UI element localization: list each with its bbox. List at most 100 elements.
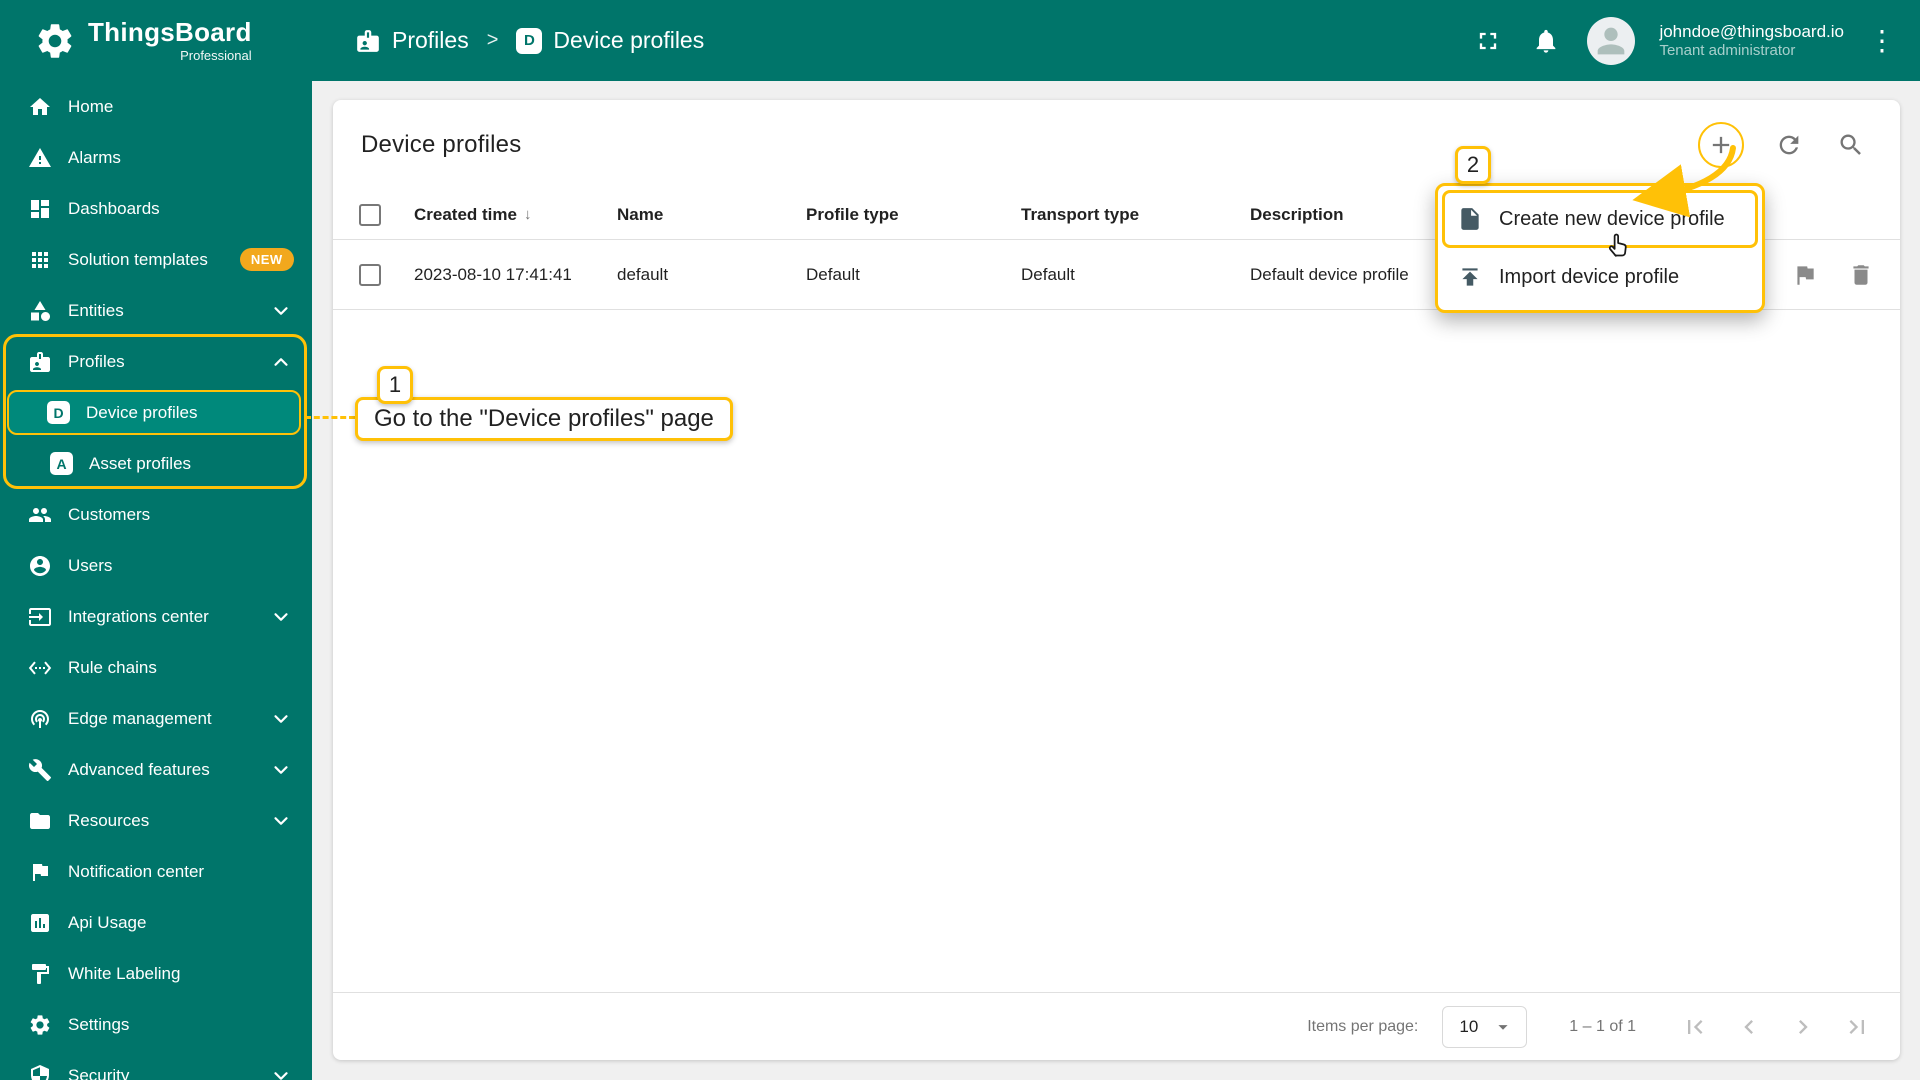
person-circle-icon xyxy=(28,554,52,578)
column-header-created-time[interactable]: Created time ↓ xyxy=(414,205,617,225)
column-header-name[interactable]: Name xyxy=(617,205,806,225)
rule-chain-icon xyxy=(28,656,52,680)
fullscreen-button[interactable] xyxy=(1471,24,1505,58)
chevron-down-icon xyxy=(270,606,292,628)
warning-icon xyxy=(28,146,52,170)
sidebar-item-profiles[interactable]: Profiles xyxy=(0,336,312,387)
user-info: johndoe@thingsboard.io Tenant administra… xyxy=(1659,21,1844,61)
asset-profiles-icon: A xyxy=(50,452,73,475)
cell-name: default xyxy=(617,264,669,284)
breadcrumb-page-label: Device profiles xyxy=(553,27,705,53)
sidebar-item-security[interactable]: Security xyxy=(0,1050,312,1080)
column-header-transport-type[interactable]: Transport type xyxy=(1021,205,1250,225)
chart-icon xyxy=(28,911,52,935)
next-page-button[interactable] xyxy=(1788,1012,1818,1042)
table-actions xyxy=(1698,122,1868,168)
last-page-icon xyxy=(1849,1019,1864,1034)
sidebar-item-settings[interactable]: Settings xyxy=(0,999,312,1050)
chevron-down-icon xyxy=(270,810,292,832)
row-checkbox[interactable] xyxy=(359,263,381,286)
search-icon xyxy=(1840,134,1861,155)
tutorial-step1-connector xyxy=(305,416,355,419)
chevron-up-icon xyxy=(270,351,292,373)
add-profile-dropdown-menu: Create new device profile Import device … xyxy=(1435,183,1765,313)
sidebar-item-white-labeling[interactable]: White Labeling xyxy=(0,948,312,999)
new-badge: NEW xyxy=(239,248,294,271)
fullscreen-icon xyxy=(1480,32,1497,49)
chevron-down-icon xyxy=(270,1065,292,1080)
sidebar-item-entities[interactable]: Entities xyxy=(0,285,312,336)
sidebar-item-alarms[interactable]: Alarms xyxy=(0,132,312,183)
sidebar-item-rule-chains[interactable]: Rule chains xyxy=(0,642,312,693)
menu-item-create-new-device-profile[interactable]: Create new device profile xyxy=(1442,190,1758,248)
shield-icon xyxy=(28,1064,52,1080)
sidebar-item-users[interactable]: Users xyxy=(0,540,312,591)
sidebar-item-resources[interactable]: Resources xyxy=(0,795,312,846)
cell-profile-type: Default xyxy=(806,264,860,284)
chevron-down-icon xyxy=(270,759,292,781)
chevron-down-icon xyxy=(270,300,292,322)
brand-logo[interactable]: ThingsBoard Professional xyxy=(0,0,312,81)
first-page-icon xyxy=(1688,1019,1703,1034)
sidebar-item-customers[interactable]: Customers xyxy=(0,489,312,540)
sidebar-item-dashboards[interactable]: Dashboards xyxy=(0,183,312,234)
previous-page-button[interactable] xyxy=(1734,1012,1764,1042)
select-all-checkbox[interactable] xyxy=(359,203,381,226)
pager-nav xyxy=(1680,1012,1872,1042)
notifications-button[interactable] xyxy=(1529,24,1563,58)
dropdown-caret-icon xyxy=(1498,1024,1508,1030)
plus-icon xyxy=(1712,136,1730,154)
integration-icon xyxy=(28,605,52,629)
folder-icon xyxy=(28,809,52,833)
sidebar: ThingsBoard Professional Home Alarms Das… xyxy=(0,0,312,1080)
add-device-profile-button[interactable] xyxy=(1698,122,1744,168)
device-profiles-icon: D xyxy=(47,401,70,424)
chevron-left-icon xyxy=(1744,1019,1753,1034)
refresh-button[interactable] xyxy=(1772,128,1806,162)
sidebar-item-integrations-center[interactable]: Integrations center xyxy=(0,591,312,642)
brand-name: ThingsBoard xyxy=(88,16,252,47)
more-menu-button[interactable]: ⋮ xyxy=(1868,24,1896,57)
items-per-page-select[interactable]: 10 xyxy=(1442,1005,1528,1048)
cell-transport-type: Default xyxy=(1021,264,1075,284)
user-avatar[interactable] xyxy=(1587,16,1636,65)
menu-item-import-device-profile[interactable]: Import device profile xyxy=(1442,248,1758,306)
sidebar-item-api-usage[interactable]: Api Usage xyxy=(0,897,312,948)
sidebar-item-home[interactable]: Home xyxy=(0,81,312,132)
tutorial-step2-badge: 2 xyxy=(1455,146,1491,184)
sidebar-item-asset-profiles[interactable]: A Asset profiles xyxy=(0,438,312,489)
set-default-flag-icon[interactable] xyxy=(1792,262,1818,288)
sidebar-item-advanced-features[interactable]: Advanced features xyxy=(0,744,312,795)
dashboard-icon xyxy=(28,197,52,221)
card-header: Device profiles xyxy=(333,100,1900,190)
sidebar-item-device-profiles[interactable]: D Device profiles xyxy=(7,390,301,435)
search-button[interactable] xyxy=(1834,128,1868,162)
first-page-button[interactable] xyxy=(1680,1012,1710,1042)
chevron-down-icon xyxy=(270,708,292,730)
cell-created-time: 2023-08-10 17:41:41 xyxy=(414,264,572,284)
gear-icon xyxy=(28,1013,52,1037)
delete-icon[interactable] xyxy=(1848,262,1874,288)
last-page-button[interactable] xyxy=(1842,1012,1872,1042)
thingsboard-gear-icon xyxy=(38,23,72,58)
breadcrumb-section-label: Profiles xyxy=(392,27,469,53)
chevron-right-icon xyxy=(1799,1019,1808,1034)
breadcrumb-profiles[interactable]: Profiles xyxy=(355,27,469,54)
breadcrumb-device-profiles[interactable]: D Device profiles xyxy=(516,27,704,54)
user-role: Tenant administrator xyxy=(1659,41,1796,59)
paint-icon xyxy=(28,962,52,986)
entities-icon xyxy=(28,299,52,323)
sidebar-item-solution-templates[interactable]: Solution templates NEW xyxy=(0,234,312,285)
profiles-badge-icon xyxy=(28,350,52,374)
column-header-profile-type[interactable]: Profile type xyxy=(806,205,1021,225)
paginator: Items per page: 10 1 – 1 of 1 xyxy=(333,992,1900,1060)
topbar: Profiles > D Device profiles johndoe@thi… xyxy=(312,0,1920,81)
refresh-icon xyxy=(1779,135,1799,155)
user-email: johndoe@thingsboard.io xyxy=(1659,21,1844,41)
file-icon xyxy=(1461,208,1479,230)
profiles-badge-icon xyxy=(357,29,379,52)
sidebar-item-notification-center[interactable]: Notification center xyxy=(0,846,312,897)
sidebar-item-edge-management[interactable]: Edge management xyxy=(0,693,312,744)
tutorial-step1-callout: Go to the "Device profiles" page xyxy=(355,397,733,441)
breadcrumb: Profiles > D Device profiles xyxy=(355,27,704,54)
